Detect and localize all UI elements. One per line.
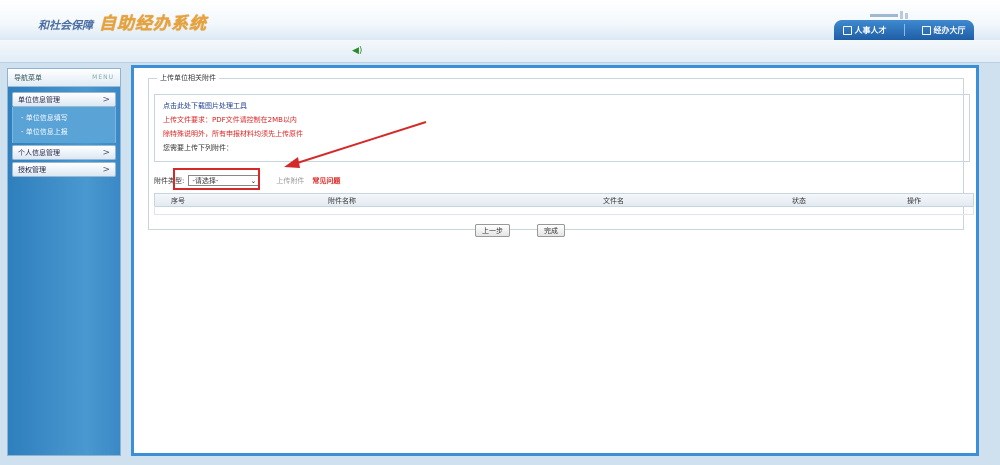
main-panel: 上传单位相关附件 点击此处下载图片处理工具 上传文件要求：PDF文件请控制在2M…: [131, 65, 979, 456]
nav-service-hall-label: 经办大厅: [933, 25, 966, 35]
notice-file-size: 上传文件要求：PDF文件请控制在2MB以内: [163, 116, 297, 124]
chevron-right-icon: >: [102, 164, 110, 175]
section-title: 上传单位相关附件: [157, 73, 219, 83]
col-status: 状态: [792, 197, 806, 205]
sub-toolbar: ◀): [0, 40, 1000, 63]
attachment-table-header: 序号 附件名称 文件名 状态 操作: [154, 193, 974, 207]
user-icon: [842, 25, 852, 35]
sidebar-submenu: - 单位信息填写 - 单位信息上报: [12, 107, 116, 143]
col-file-name: 文件名: [603, 197, 624, 205]
nav-service-hall[interactable]: 经办大厅: [921, 25, 966, 36]
app-header: 和社会保障 自助经办系统 人事人才 经办大厅: [0, 0, 1000, 41]
sidebar-item-authorization[interactable]: 授权管理 >: [12, 162, 116, 177]
sidebar-item-label: 个人信息管理: [18, 148, 60, 157]
sidebar-item-label: 单位信息管理: [18, 95, 60, 104]
sidebar-header: 导航菜单 MENU: [8, 69, 120, 87]
prev-step-button[interactable]: 上一步: [475, 224, 510, 237]
speaker-icon[interactable]: ◀): [352, 46, 362, 56]
chevron-right-icon: >: [102, 147, 110, 158]
table-row: [154, 206, 974, 215]
upload-attachment-button[interactable]: 上传附件: [276, 176, 304, 186]
sidebar-title: 导航菜单: [14, 73, 42, 82]
col-actions: 操作: [907, 197, 921, 205]
upload-section: 上传单位相关附件 点击此处下载图片处理工具 上传文件要求：PDF文件请控制在2M…: [148, 73, 974, 230]
logo-text-right: 自助经办系统: [99, 14, 207, 34]
faq-link[interactable]: 常见问题: [312, 176, 340, 186]
sidebar: 导航菜单 MENU 单位信息管理 > - 单位信息填写 - 单位信息上报 个人信…: [7, 68, 121, 456]
sidebar-subitem-fill[interactable]: - 单位信息填写: [21, 111, 115, 125]
chevron-right-icon: >: [102, 94, 110, 105]
highlight-box: [173, 168, 260, 190]
sidebar-item-label: 授权管理: [18, 165, 46, 174]
logo-text-left: 和社会保障: [38, 19, 93, 32]
notice-box: 点击此处下载图片处理工具 上传文件要求：PDF文件请控制在2MB以内 除特殊说明…: [154, 94, 970, 162]
top-nav: 人事人才 经办大厅: [834, 20, 974, 40]
sidebar-item-personal-info[interactable]: 个人信息管理 >: [12, 145, 116, 160]
app-logo: 和社会保障 自助经办系统: [38, 9, 207, 34]
hall-icon: [921, 25, 931, 35]
finish-button[interactable]: 完成: [537, 224, 565, 237]
nav-personnel-label: 人事人才: [854, 25, 887, 35]
sidebar-menu-label: MENU: [92, 74, 114, 81]
nav-personnel[interactable]: 人事人才: [842, 25, 887, 36]
sidebar-subitem-report[interactable]: - 单位信息上报: [21, 125, 115, 139]
nav-divider: [903, 24, 905, 36]
notice-required: 您需要上传下列附件：: [163, 144, 233, 152]
col-index: 序号: [171, 197, 185, 205]
notice-original: 除特殊说明外，所有申报材料均须先上传原件: [163, 130, 303, 138]
col-attachment-name: 附件名称: [328, 197, 356, 205]
sidebar-item-unit-info[interactable]: 单位信息管理 >: [12, 92, 116, 107]
download-tool-link[interactable]: 点击此处下载图片处理工具: [163, 101, 247, 111]
